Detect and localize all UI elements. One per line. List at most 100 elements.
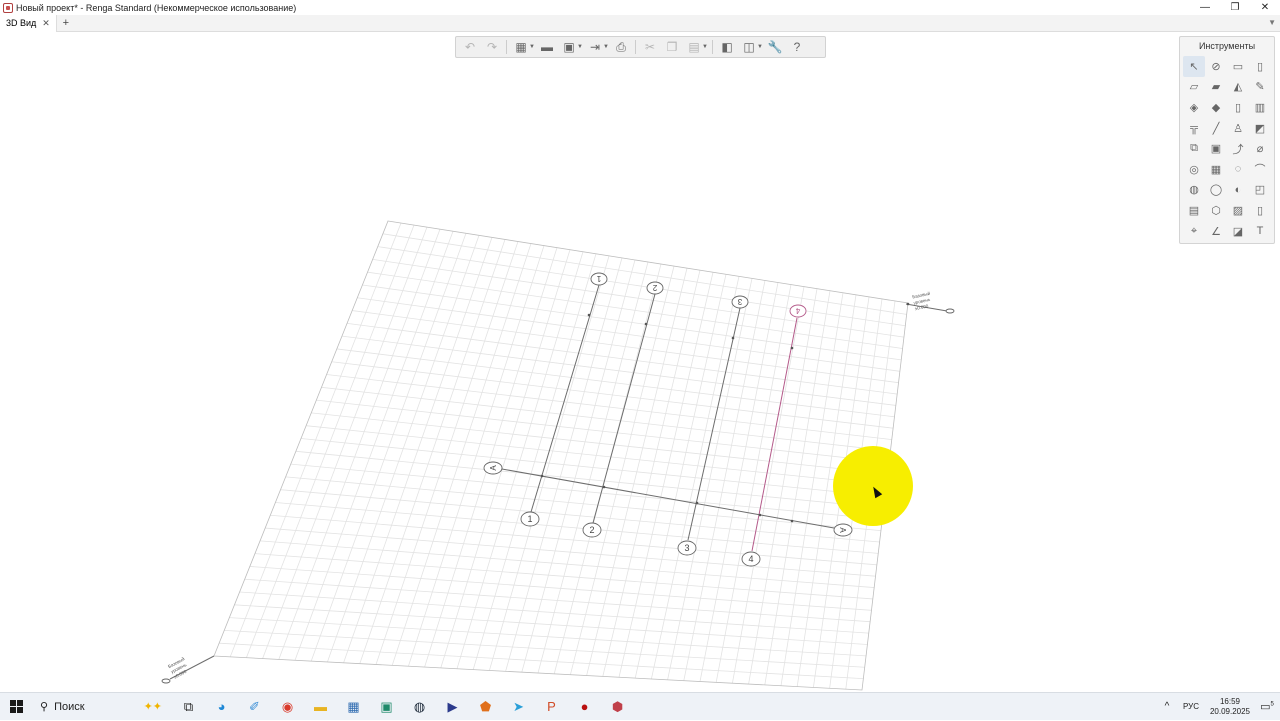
- wall-tool-icon[interactable]: ▭: [1227, 56, 1249, 77]
- ruler-tool-icon[interactable]: ✎: [1249, 77, 1271, 98]
- hole-tool-icon[interactable]: ◯: [1205, 180, 1227, 201]
- railing-tool-icon[interactable]: ╦: [1183, 118, 1205, 139]
- pipe-tool-icon[interactable]: ⌀: [1249, 138, 1271, 159]
- clock[interactable]: 16:59 20.09.2025: [1206, 697, 1254, 717]
- paint-icon[interactable]: ✐: [238, 693, 271, 721]
- 3d-viewport[interactable]: 1 2 3 4 1 2 3 4 А А Базовый уровень ±0.0…: [0, 32, 1280, 692]
- axis-tool-icon[interactable]: ⊘: [1205, 56, 1227, 77]
- hatch-tool-icon[interactable]: ◪: [1227, 221, 1249, 242]
- grid-line: [357, 297, 900, 372]
- stair-tool-icon[interactable]: ⧉: [1183, 138, 1205, 159]
- grid-line: [300, 438, 886, 497]
- window-tool-icon[interactable]: ▥: [1249, 97, 1271, 118]
- slab-tool-icon[interactable]: ▰: [1205, 77, 1227, 98]
- pump-tool-icon[interactable]: ◐: [1227, 180, 1249, 201]
- export-icon[interactable]: ⇥: [585, 38, 605, 56]
- maximize-button[interactable]: ❐: [1220, 0, 1250, 15]
- screen-app-icon[interactable]: ▣: [370, 693, 403, 721]
- chevron-down-icon[interactable]: ▼: [529, 44, 535, 50]
- cabinet-tool-icon[interactable]: ▤: [1183, 200, 1205, 221]
- minimize-button[interactable]: —: [1190, 0, 1220, 15]
- task-view-icon[interactable]: ⧉: [172, 693, 205, 721]
- select-tool-icon[interactable]: ↖: [1183, 56, 1205, 77]
- taskbar-search-box[interactable]: ⚲ Поиск ✦✦: [32, 693, 172, 721]
- properties-icon[interactable]: ◧: [717, 38, 737, 56]
- edge-browser-icon[interactable]: ◕: [205, 693, 238, 721]
- roof-tool-icon[interactable]: ◭: [1227, 77, 1249, 98]
- floor-tool-icon[interactable]: ◈: [1183, 97, 1205, 118]
- quick-access-toolbar: ↶ ↷ ▦ ▼ ▬ ▣ ▼ ⇥ ▼ ⎙ ✂ ❐ ▤ ▼ ◧ ◫ ▼ 🔧 ?: [455, 36, 826, 58]
- grid-line: [377, 246, 906, 327]
- help-icon[interactable]: ?: [787, 38, 807, 56]
- add-tab-button[interactable]: +: [57, 17, 75, 29]
- telegram-icon[interactable]: ➤: [502, 693, 535, 721]
- level-grid: [219, 222, 907, 690]
- file-explorer-icon[interactable]: ▬: [304, 693, 337, 721]
- toolbar-separator: [635, 40, 636, 54]
- room-tool-icon[interactable]: ▣: [1205, 138, 1227, 159]
- notifications-count: 5: [1270, 701, 1274, 708]
- chrome-browser-icon[interactable]: ◉: [271, 693, 304, 721]
- door-tool-icon[interactable]: ▯: [1227, 97, 1249, 118]
- steam-icon[interactable]: ◍: [403, 693, 436, 721]
- level-marker-bottom: [161, 678, 171, 684]
- element-tool-icon[interactable]: ◌: [1227, 159, 1249, 180]
- grid-line: [260, 540, 875, 588]
- grid-line: [382, 233, 907, 315]
- notifications-icon[interactable]: ▭5: [1254, 700, 1280, 713]
- line-tool-icon[interactable]: ╱: [1205, 118, 1227, 139]
- fitting-tool-icon[interactable]: ◎: [1183, 159, 1205, 180]
- redo-icon[interactable]: ↷: [482, 38, 502, 56]
- column-tool-icon[interactable]: ▯: [1249, 56, 1271, 77]
- copy-icon[interactable]: ❐: [662, 38, 682, 56]
- text-tool-icon[interactable]: T: [1249, 221, 1271, 242]
- start-button[interactable]: [0, 693, 32, 721]
- ramp-tool-icon[interactable]: ⤴: [1227, 138, 1249, 159]
- axis-label-right-a: А: [838, 527, 847, 533]
- open-folder-icon[interactable]: ▬: [537, 38, 557, 56]
- chevron-down-icon[interactable]: ▼: [603, 44, 609, 50]
- duct-tool-icon[interactable]: ⌒: [1249, 159, 1271, 180]
- settings-wrench-icon[interactable]: 🔧: [765, 38, 785, 56]
- axis-label-back-1: 1: [596, 274, 601, 283]
- axis-label-front-3: 3: [684, 543, 689, 553]
- cable-tool-icon[interactable]: ◍: [1183, 180, 1205, 201]
- chevron-down-icon[interactable]: ▼: [577, 44, 583, 50]
- equipment-tool-icon[interactable]: ♙: [1227, 118, 1249, 139]
- area-tool-icon[interactable]: ▦: [1205, 159, 1227, 180]
- view-modes-icon[interactable]: ▦: [511, 38, 531, 56]
- save-icon[interactable]: ▣: [559, 38, 579, 56]
- shield-app-icon[interactable]: ⬟: [469, 693, 502, 721]
- axis-label-front-4: 4: [748, 554, 753, 564]
- undo-icon[interactable]: ↶: [460, 38, 480, 56]
- cut-icon[interactable]: ✂: [640, 38, 660, 56]
- opening-tool-icon[interactable]: ◩: [1249, 118, 1271, 139]
- calculator-icon[interactable]: ▦: [337, 693, 370, 721]
- dimension-tool-icon[interactable]: ⌖: [1183, 221, 1205, 242]
- paste-icon[interactable]: ▤: [684, 38, 704, 56]
- grid-line: [270, 514, 877, 566]
- panel-tool-icon[interactable]: ▯: [1249, 200, 1271, 221]
- tab-3d-view[interactable]: 3D Вид ✕: [0, 14, 57, 32]
- shape-tool-icon[interactable]: ⬡: [1205, 200, 1227, 221]
- layers-icon[interactable]: ◫: [739, 38, 759, 56]
- grid-line: [331, 361, 894, 429]
- obs-record-icon[interactable]: ●: [568, 693, 601, 721]
- input-language-indicator[interactable]: РУС: [1176, 702, 1206, 711]
- chevron-down-icon[interactable]: ▼: [757, 44, 763, 50]
- print-icon[interactable]: ⎙: [611, 38, 631, 56]
- plate-tool-icon[interactable]: ◆: [1205, 97, 1227, 118]
- tab-close-icon[interactable]: ✕: [42, 18, 50, 29]
- angle-tool-icon[interactable]: ∠: [1205, 221, 1227, 242]
- powerpoint-icon[interactable]: P: [535, 693, 568, 721]
- close-window-button[interactable]: ✕: [1250, 0, 1280, 15]
- show-hidden-icons-button[interactable]: ^: [1158, 701, 1176, 712]
- grid-scene[interactable]: 1 2 3 4 1 2 3 4 А А Базовый уровень ±0.0…: [0, 32, 1280, 692]
- beam-tool-icon[interactable]: ▱: [1183, 77, 1205, 98]
- box-tool-icon[interactable]: ◰: [1249, 180, 1271, 201]
- tab-list-dropdown-icon[interactable]: ▼: [1268, 18, 1276, 27]
- chevron-down-icon[interactable]: ▼: [702, 44, 708, 50]
- media-player-icon[interactable]: ▶: [436, 693, 469, 721]
- group-tool-icon[interactable]: ▨: [1227, 200, 1249, 221]
- renga-app-icon[interactable]: ⬢: [601, 693, 634, 721]
